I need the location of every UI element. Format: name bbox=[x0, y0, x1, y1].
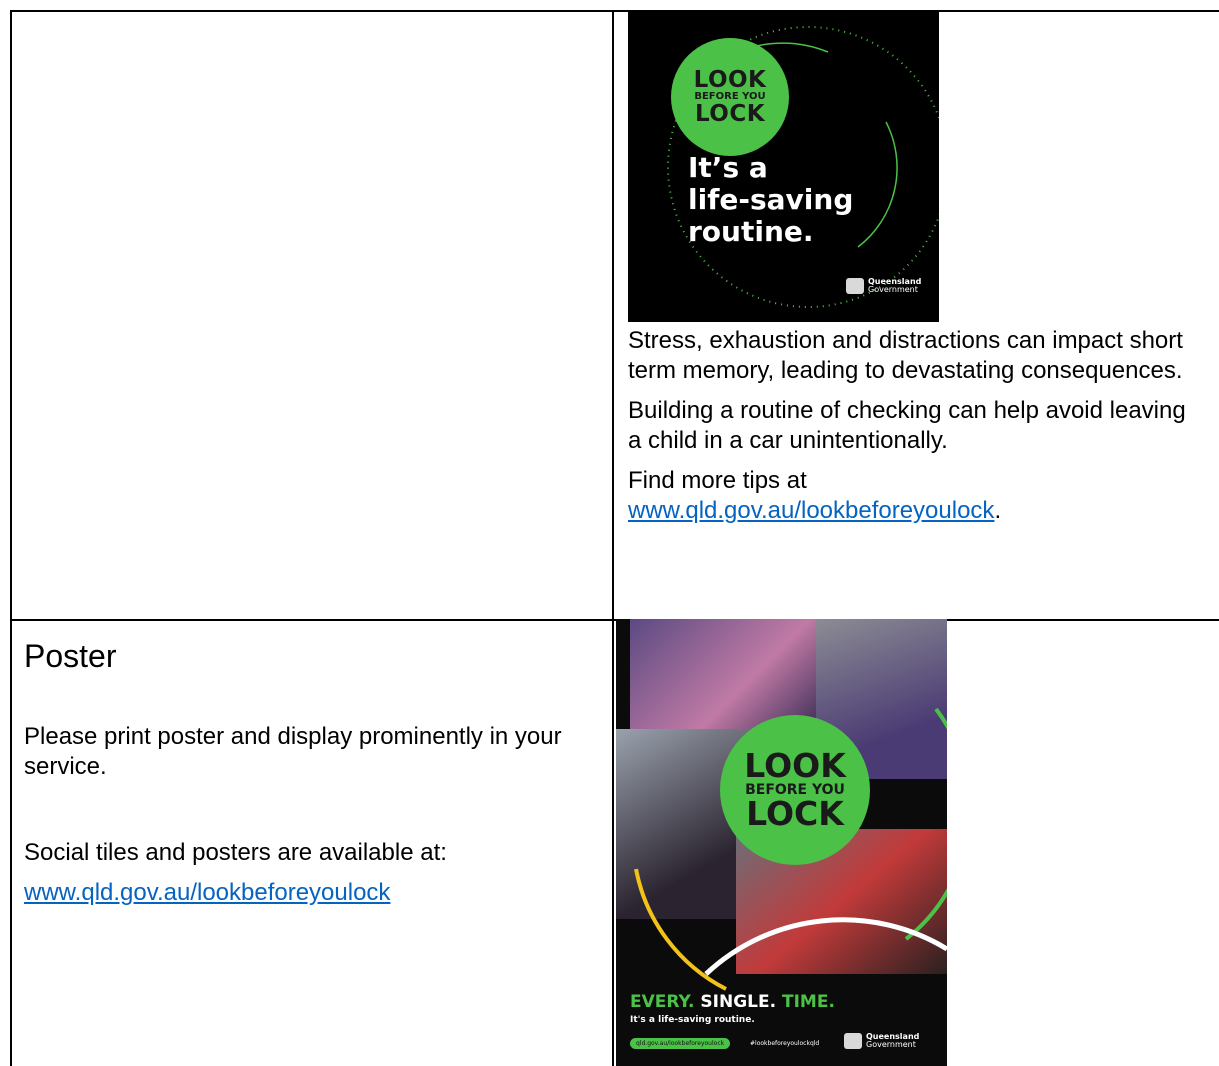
poster-subtitle: It's a life-saving routine. bbox=[630, 1015, 755, 1025]
headline-line-3: routine. bbox=[688, 215, 814, 248]
poster-paragraph-2: Social tiles and posters are available a… bbox=[24, 839, 447, 866]
table-column-divider bbox=[612, 10, 614, 1066]
headline-line-2: life-saving bbox=[688, 183, 854, 216]
tile-paragraph-2: Building a routine of checking can help … bbox=[628, 397, 1186, 454]
poster-badge: LOOK BEFORE YOU LOCK bbox=[720, 715, 870, 865]
tile-paragraph-3: Find more tips at www.qld.gov.au/lookbef… bbox=[628, 466, 1188, 526]
poster-link[interactable]: www.qld.gov.au/lookbeforeyoulock bbox=[24, 879, 390, 906]
tips-link[interactable]: www.qld.gov.au/lookbeforeyoulock bbox=[628, 497, 994, 524]
headline-line-1: It’s a bbox=[688, 151, 768, 184]
table-left-border bbox=[10, 10, 12, 1066]
poster-url-pill: qld.gov.au/lookbeforeyoulock bbox=[630, 1038, 731, 1049]
poster-hashtag: #lookbeforeyoulockqld bbox=[750, 1040, 820, 1047]
poster-badge-look: LOOK bbox=[744, 746, 846, 785]
poster-section: Poster Please print poster and display p… bbox=[24, 636, 584, 918]
gov-name-line-2: Government bbox=[868, 285, 918, 294]
poster-heading: Poster bbox=[24, 638, 117, 674]
tile-description: Stress, exhaustion and distractions can … bbox=[628, 326, 1188, 536]
poster-tagline: EVERY. SINGLE. TIME. bbox=[630, 992, 835, 1012]
badge-look-text: LOOK bbox=[693, 67, 767, 93]
tile-paragraph-1: Stress, exhaustion and distractions can … bbox=[628, 327, 1183, 384]
queensland-government-logo: Queensland Government bbox=[846, 278, 921, 294]
tag-every: EVERY. bbox=[630, 992, 695, 1012]
tile-headline: It’s a life-saving routine. bbox=[688, 152, 853, 248]
social-tile-image: LOOK BEFORE YOU LOCK It’s a life-saving … bbox=[628, 12, 939, 322]
crest-icon bbox=[846, 278, 864, 294]
poster-crest-icon bbox=[844, 1033, 862, 1049]
table-top-border bbox=[10, 10, 1219, 12]
tag-time: TIME. bbox=[782, 992, 835, 1012]
poster-badge-lock: LOCK bbox=[746, 794, 844, 833]
look-before-you-lock-badge: LOOK BEFORE YOU LOCK bbox=[671, 38, 789, 156]
tips-prefix: Find more tips at bbox=[628, 467, 807, 494]
table-row-divider bbox=[10, 619, 1219, 621]
poster-paragraph-1: Please print poster and display prominen… bbox=[24, 723, 562, 780]
tips-suffix: . bbox=[994, 497, 1002, 524]
badge-lock-text: LOCK bbox=[694, 101, 766, 127]
poster-link-paragraph: www.qld.gov.au/lookbeforeyoulock bbox=[24, 878, 584, 908]
tag-single: SINGLE. bbox=[700, 992, 777, 1012]
poster-image: LOOK BEFORE YOU LOCK EVERY. SINGLE. TIME… bbox=[616, 619, 947, 1066]
poster-gov-line-2: Government bbox=[866, 1040, 916, 1049]
poster-government-logo: Queensland Government bbox=[844, 1033, 919, 1049]
